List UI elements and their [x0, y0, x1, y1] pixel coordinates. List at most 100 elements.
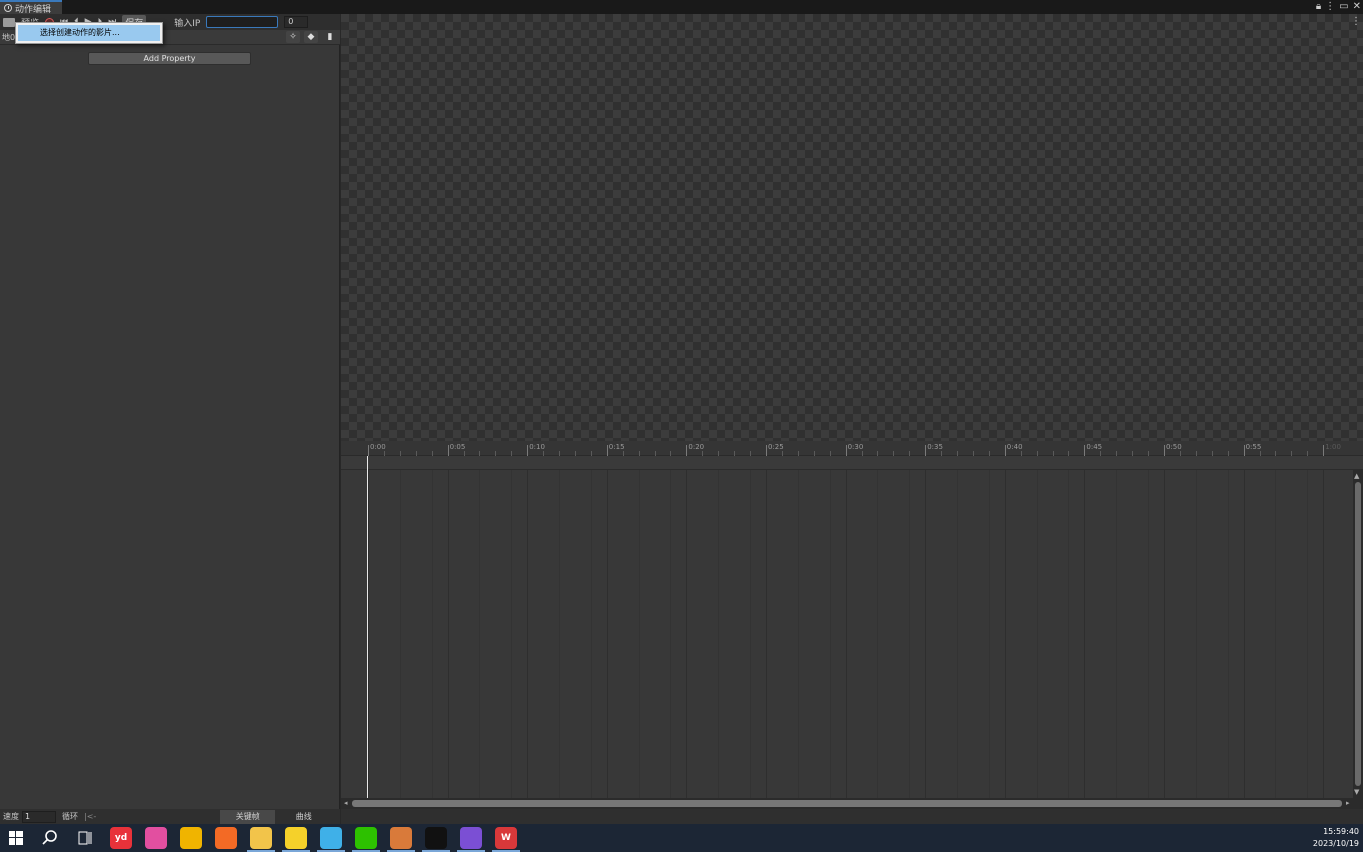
- ruler-major-tick: [845, 445, 847, 456]
- grid-line-major: [606, 470, 608, 798]
- taskbar-app-colorful-2-icon[interactable]: [320, 827, 342, 849]
- clip-dropdown-menu: 选择创建动作的影片...: [15, 22, 163, 44]
- timeline-ruler[interactable]: 0:00 0:05 0:10 0:15 0:20 0:25 0:30 0:35 0:40 0:45…: [341, 441, 1363, 456]
- ruler-tick-label: 0:50: [1166, 443, 1182, 451]
- panel-menu-icon[interactable]: ⋮: [1351, 16, 1361, 27]
- row2-label: 地0: [2, 33, 16, 42]
- system-clock[interactable]: 15:59:40 2023/10/19: [1313, 826, 1359, 850]
- grid-line-minor: [750, 470, 752, 798]
- ip-input[interactable]: [206, 16, 279, 28]
- playhead[interactable]: [367, 456, 368, 798]
- keyframe-strip[interactable]: [341, 456, 1363, 470]
- more-icon[interactable]: ⋮: [1325, 1, 1335, 12]
- grid-line-minor: [590, 470, 592, 798]
- tab-keyframe[interactable]: 关键帧: [220, 809, 276, 824]
- preview-canvas[interactable]: [341, 14, 1363, 441]
- horizontal-scroll-thumb[interactable]: [352, 800, 1342, 807]
- loop-label[interactable]: 循环: [62, 811, 78, 822]
- windows-start-icon[interactable]: [9, 831, 23, 845]
- ruler-tick-label: 0:15: [608, 443, 625, 451]
- window-controls: 🔒︎ ⋮ ▭ ✕: [1316, 1, 1361, 12]
- ruler-tick-label: 0:55: [1245, 443, 1262, 451]
- ruler-tick-label: 0:00: [370, 443, 386, 451]
- ruler-tick-label: 1:00: [1325, 443, 1341, 451]
- ruler-major-tick: [368, 445, 369, 456]
- add-keyframe-icon[interactable]: ✧: [286, 31, 300, 43]
- keyframe-icon[interactable]: ◆: [304, 31, 318, 43]
- scroll-up-icon[interactable]: ▲: [1354, 472, 1359, 480]
- search-icon[interactable]: [42, 830, 58, 849]
- add-property-button[interactable]: Add Property: [88, 52, 251, 65]
- taskbar-app-wechat-icon[interactable]: [355, 827, 377, 849]
- timeline-tracks[interactable]: [341, 470, 1353, 798]
- taskbar-app-firefox-icon[interactable]: [215, 827, 237, 849]
- tab-curve[interactable]: 曲线: [275, 810, 332, 824]
- grid-line-major: [447, 470, 449, 798]
- ruler-tick-label: 0:30: [847, 443, 864, 451]
- ruler-tick-label: 0:35: [927, 443, 943, 451]
- taskbar-app-sticky-notes-icon[interactable]: [285, 827, 307, 849]
- close-icon[interactable]: ✕: [1353, 1, 1361, 12]
- ruler-tick-label: 0:45: [1086, 443, 1103, 451]
- taskbar-app-visual-studio-icon[interactable]: [460, 827, 482, 849]
- ruler-major-tick: [527, 445, 529, 456]
- grid-line-major: [1084, 470, 1086, 798]
- grid-line-major: [925, 470, 927, 798]
- task-view-icon[interactable]: [78, 831, 92, 848]
- grid-line-minor: [829, 470, 831, 798]
- ruler-major-tick: [1084, 445, 1086, 456]
- frame-number-input[interactable]: 0: [284, 16, 309, 28]
- speed-label: 速度: [3, 812, 19, 821]
- title-bar: [0, 0, 1363, 14]
- ruler-tick-label: 0:05: [449, 443, 466, 451]
- folder-icon[interactable]: [3, 17, 15, 27]
- taskbar-app-colorful-icon[interactable]: [145, 827, 167, 849]
- taskbar-app-wps-icon[interactable]: W: [495, 827, 517, 849]
- ruler-major-tick: [606, 445, 608, 456]
- ip-label: 输入IP: [174, 18, 201, 29]
- ruler-major-tick: [925, 445, 927, 456]
- grid-line-major: [1243, 470, 1245, 798]
- taskbar-app-explorer-icon[interactable]: [250, 827, 272, 849]
- add-event-icon[interactable]: ▮: [323, 31, 337, 43]
- ruler-tick-label: 0:10: [529, 443, 545, 451]
- grid-line-major: [1323, 470, 1325, 798]
- taskbar-app-unity-icon[interactable]: [425, 827, 447, 849]
- grid-line-minor: [1148, 470, 1150, 798]
- ruler-tick-label: 0:25: [768, 443, 784, 451]
- grid-line-minor: [1275, 470, 1277, 798]
- ruler-major-tick: [447, 445, 449, 456]
- prev-label[interactable]: |<-: [84, 812, 96, 821]
- clock-date: 2023/10/19: [1312, 839, 1359, 848]
- clock-icon: [4, 4, 12, 12]
- speed-input[interactable]: 1: [22, 810, 56, 823]
- grid-line-minor: [988, 470, 990, 798]
- tab-animation-editor[interactable]: 动作编辑: [0, 0, 62, 15]
- taskbar-app-chrome-icon[interactable]: [180, 827, 202, 849]
- grid-line-major: [1004, 470, 1006, 798]
- taskbar: 15:59:40 2023/10/19 yd W: [0, 824, 1363, 852]
- scroll-left-icon[interactable]: ◂: [344, 799, 348, 807]
- left-panel: 预览 ⏮ ⏴ ▶ ⏵ ⏭ 保存 输入IP 0 地0 ✧ ◆ ▮ Add Prop…: [0, 14, 340, 810]
- scroll-right-icon[interactable]: ▸: [1346, 799, 1350, 807]
- taskbar-app-pig-app-icon[interactable]: [390, 827, 412, 849]
- bottom-bar: 速度 1 循环 |<- 关键帧 曲线: [0, 809, 340, 824]
- ruler-major-tick: [1164, 445, 1165, 456]
- grid-line-minor: [797, 470, 799, 798]
- grid-line-minor: [479, 470, 481, 798]
- grid-line-minor: [399, 470, 401, 798]
- tab-label: 动作编辑: [15, 4, 52, 15]
- grid-line-major: [1164, 470, 1165, 798]
- grid-line-minor: [718, 470, 720, 798]
- grid-line-minor: [670, 470, 672, 798]
- maximize-icon[interactable]: ▭: [1339, 1, 1348, 12]
- grid-line-major: [845, 470, 847, 798]
- taskbar-app-youdao-icon[interactable]: yd: [110, 827, 132, 849]
- grid-line-minor: [1227, 470, 1229, 798]
- grid-line-minor: [1068, 470, 1070, 798]
- select-clip-menu-item[interactable]: 选择创建动作的影片...: [18, 25, 160, 41]
- ruler-major-tick: [1323, 445, 1325, 456]
- lock-icon[interactable]: 🔒︎: [1316, 1, 1321, 12]
- scroll-down-icon[interactable]: ▼: [1354, 788, 1359, 796]
- vertical-scroll-thumb[interactable]: [1355, 482, 1361, 786]
